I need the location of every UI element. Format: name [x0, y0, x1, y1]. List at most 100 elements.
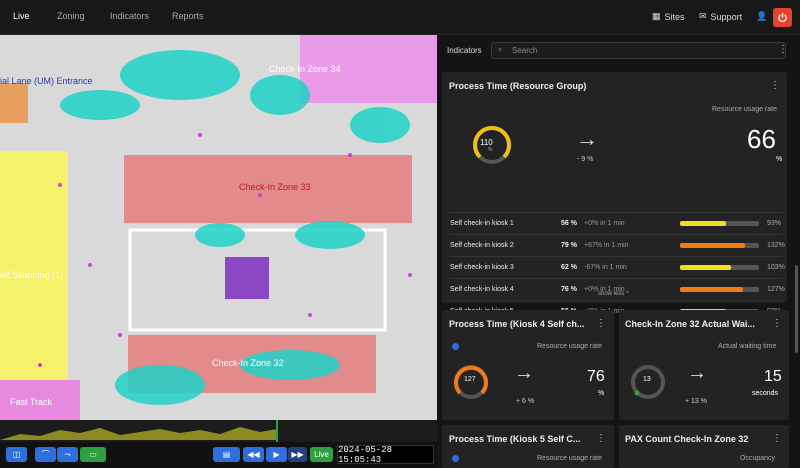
map-label-fast-track: Fast Track: [10, 397, 53, 407]
kiosk-row[interactable]: Self check-in kiosk 2 79 % +67% in 1 min 13…: [450, 234, 785, 255]
card-kiosk5-title: Process Time (Kiosk 5 Self C...: [449, 434, 581, 444]
status-dot: [452, 455, 459, 462]
nav-indicators[interactable]: Indicators: [110, 11, 149, 21]
card-kiosk4-title: Process Time (Kiosk 4 Self ch...: [449, 319, 585, 329]
group-value: 66: [747, 124, 776, 154]
support-link[interactable]: ✉ Support: [699, 11, 742, 22]
kiosk-usage-bar: [680, 287, 759, 292]
card-kiosk5-metric: Resource usage rate: [537, 455, 602, 462]
card-kiosk4-metric: Resource usage rate: [537, 343, 602, 350]
kiosk4-trend: + 6 %: [516, 398, 535, 405]
layers-button[interactable]: ◫: [6, 447, 27, 462]
kiosk4-value: 76: [587, 368, 605, 385]
card-pax-count: PAX Count Check-In Zone 32 ⋮ Occupancy: [619, 425, 789, 468]
card-zone32-wait-metric: Actual waiting time: [718, 343, 777, 350]
kiosk-percent: 79 %: [561, 242, 577, 249]
activity-timeline[interactable]: [0, 420, 437, 442]
kiosk-name: Self check-in kiosk 2: [450, 242, 514, 249]
kiosk-name: Self check-in kiosk 4: [450, 286, 514, 293]
kiosk-utilization: 127%: [767, 286, 785, 293]
kiosk-utilization: 103%: [767, 264, 785, 271]
kiosk-utilization: 132%: [767, 242, 785, 249]
group-gauge-unit: %: [488, 147, 493, 153]
group-gauge-value: 110: [480, 138, 493, 147]
flow-button[interactable]: ⤳: [57, 447, 78, 462]
timeline-histogram: [0, 420, 278, 442]
sites-link[interactable]: ▦ Sites: [652, 11, 685, 22]
map-label-self-scanning: elf Scanning (1): [0, 270, 64, 280]
group-unit: %: [776, 156, 783, 163]
card-kiosk5: Process Time (Kiosk 5 Self C... ⋮ Resour…: [442, 425, 614, 468]
zone32-unit: seconds: [752, 390, 779, 397]
card-zone32-wait: Check-In Zone 32 Actual Wai... ⋮ Actual …: [619, 310, 789, 420]
mail-icon: ✉: [699, 11, 707, 21]
group-card-metric: Resource usage rate: [712, 106, 777, 113]
status-dot: [452, 343, 459, 350]
logout-button[interactable]: [773, 8, 792, 27]
kiosk-usage-bar: [680, 265, 759, 270]
kiosk-usage-fill: [680, 287, 743, 292]
group-card: Process Time (Resource Group) ⋮ Resource…: [442, 72, 787, 315]
top-bar: Live Zoning Indicators Reports ▦ Sites ✉ S…: [0, 0, 800, 35]
building-icon: ▦: [652, 11, 661, 21]
card-pax-count-title: PAX Count Check-In Zone 32: [625, 434, 749, 444]
card-kiosk4: Process Time (Kiosk 4 Self ch... ⋮ Resou…: [442, 310, 614, 420]
rewind-button[interactable]: ◀◀: [243, 447, 264, 462]
live-button[interactable]: Live: [310, 447, 333, 462]
camera-button[interactable]: ▭: [80, 447, 106, 462]
zone32-value: 15: [764, 368, 782, 385]
panel-scrollbar[interactable]: [795, 265, 798, 353]
kiosk-percent: 76 %: [561, 286, 577, 293]
kiosk-usage-fill: [680, 265, 731, 270]
map-label-entrance: ial Lane (UM) Entrance: [0, 76, 93, 86]
support-label: Support: [710, 11, 743, 22]
kiosk-change: +0% in 1 min: [584, 220, 625, 227]
arrow-right-icon: →: [576, 126, 598, 151]
kiosk4-unit: %: [598, 390, 605, 397]
map-label-zone-34: Check-In Zone 34: [269, 64, 341, 74]
kiosk-row[interactable]: Self check-in kiosk 3 62 % -67% in 1 min 10…: [450, 256, 785, 277]
zone32-gauge-value: 13: [643, 376, 651, 383]
group-card-title: Process Time (Resource Group): [449, 81, 587, 91]
search-input[interactable]: ⌕ Search: [491, 42, 786, 59]
play-button[interactable]: ▶: [266, 447, 287, 462]
route-button[interactable]: ⌒: [35, 447, 56, 462]
kiosk-percent: 56 %: [561, 220, 577, 227]
kiosk-name: Self check-in kiosk 3: [450, 264, 514, 271]
kiosk4-gauge-value: 127: [464, 376, 476, 383]
kiosk-usage-bar: [680, 243, 759, 248]
nav-live[interactable]: Live: [13, 11, 30, 21]
search-icon: ⌕: [498, 45, 503, 54]
arrow-right-icon: →: [514, 362, 534, 384]
indicators-panel: Indicators ⌕ Search ⋮ Process Time (Reso…: [437, 35, 800, 468]
panel-menu-button[interactable]: ⋮: [778, 44, 788, 55]
kiosk-change: -67% in 1 min: [584, 264, 627, 271]
datetime-display: 2024-05-28 15:05:43: [337, 445, 434, 465]
forward-button[interactable]: ▶▶: [288, 447, 307, 462]
card-kiosk4-menu[interactable]: ⋮: [596, 318, 606, 329]
group-trend: - 9 %: [577, 156, 594, 163]
panel-header: Indicators: [447, 46, 482, 55]
kiosk-usage-fill: [680, 221, 726, 226]
zone32-trend: + 13 %: [685, 398, 707, 405]
arrow-right-icon: →: [687, 362, 707, 384]
map-label-zone-33: Check-In Zone 33: [239, 182, 311, 192]
floor-map[interactable]: ial Lane (UM) Entrance Check-In Zone 34 …: [0, 35, 437, 420]
kiosk-row[interactable]: Self check-in kiosk 1 56 % +0% in 1 min 93%: [450, 212, 782, 233]
sites-label: Sites: [664, 11, 685, 22]
group-card-menu[interactable]: ⋮: [770, 80, 780, 91]
calendar-button[interactable]: ▤: [213, 447, 240, 462]
kiosk-usage-bar: [680, 221, 759, 226]
user-icon[interactable]: 👤: [756, 11, 767, 22]
card-kiosk5-menu[interactable]: ⋮: [596, 433, 606, 444]
nav-reports[interactable]: Reports: [172, 11, 204, 21]
kiosk-name: Self check-in kiosk 1: [450, 220, 514, 227]
kiosk-usage-fill: [680, 243, 746, 248]
card-zone32-wait-menu[interactable]: ⋮: [772, 318, 782, 329]
kiosk-percent: 62 %: [561, 264, 577, 271]
power-icon: [778, 12, 787, 23]
card-pax-count-menu[interactable]: ⋮: [772, 433, 782, 444]
nav-zoning[interactable]: Zoning: [57, 11, 85, 21]
search-placeholder: Search: [512, 46, 538, 55]
show-less-link[interactable]: show less ^: [598, 291, 629, 297]
